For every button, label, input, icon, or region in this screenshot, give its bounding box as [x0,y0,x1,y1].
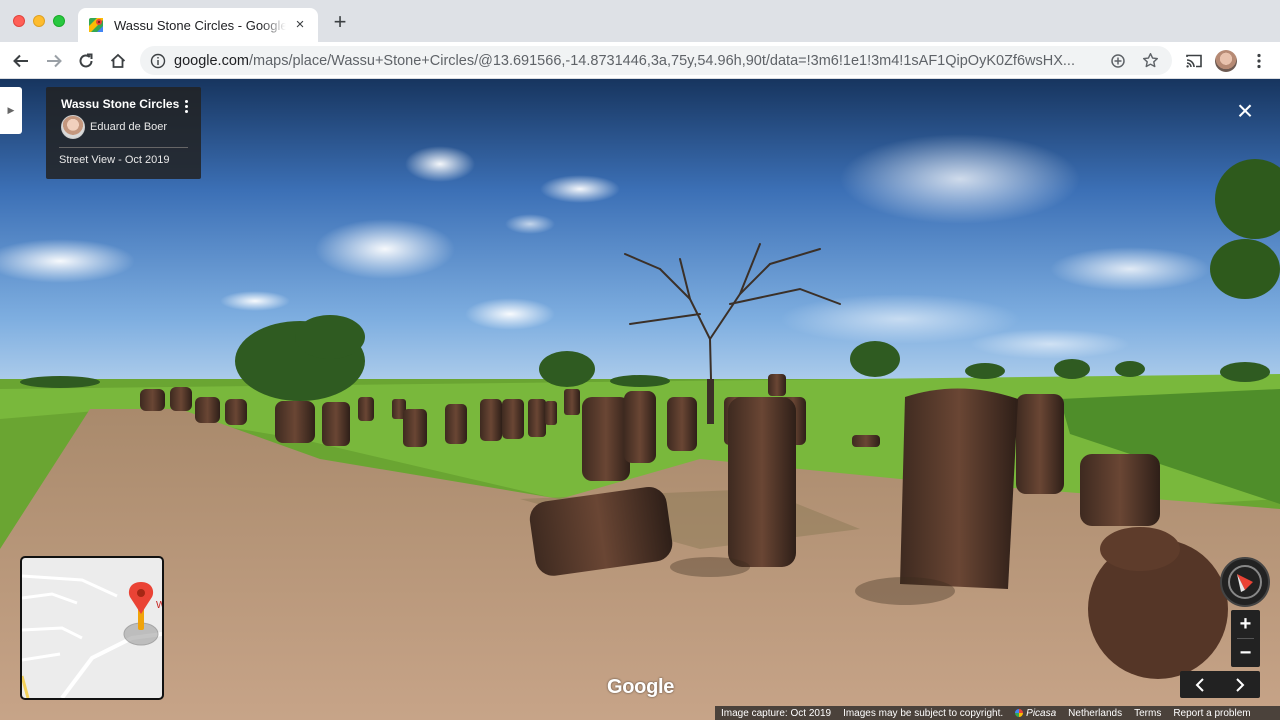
reload-button[interactable] [74,49,98,73]
home-icon [110,53,126,68]
reload-icon [79,53,93,68]
back-arrow-icon [13,54,28,68]
image-capture-text: Image capture: Oct 2019 [721,707,832,719]
info-icon[interactable] [150,53,166,69]
back-button[interactable] [9,49,33,73]
map-pin-icon [123,582,159,646]
zoom-controls: + − [1231,610,1260,667]
zoom-in-button[interactable]: + [1231,610,1260,638]
url-path: /maps/place/Wassu+Stone+Circles/@13.6915… [248,52,1075,69]
attribution-bar: Image capture: Oct 2019 Images may be su… [715,706,1280,720]
picasa-link[interactable]: Picasa [1015,708,1056,719]
place-title[interactable]: Wassu Stone Circles [61,97,179,111]
street-view-panorama[interactable]: ▶ Wassu Stone Circles Eduard de Boer Str… [0,79,1280,720]
compass-icon [1228,565,1262,599]
browser-menu-button[interactable] [1247,49,1271,73]
url-host: google.com [174,52,249,69]
close-tab-icon[interactable]: × [292,17,308,33]
profile-avatar[interactable] [1215,50,1237,72]
picasa-label: Picasa [1026,707,1057,719]
forward-arrow-icon [47,54,62,68]
report-problem-link[interactable]: Report a problem [1173,708,1250,719]
pan-controls [1180,671,1260,698]
copyright-text: Images may be subject to copyright. [843,707,1004,719]
location-info-card: Wassu Stone Circles Eduard de Boer Stree… [46,87,201,179]
pan-left-button[interactable] [1180,671,1220,698]
home-button[interactable] [106,49,130,73]
forward-button[interactable] [42,49,66,73]
minimap[interactable]: W [20,556,164,700]
zoom-out-button[interactable]: − [1231,639,1260,667]
maximize-window-button[interactable] [53,15,65,27]
bookmark-star-icon[interactable] [1140,51,1160,71]
pan-right-button[interactable] [1220,671,1260,698]
card-menu-icon[interactable] [185,100,189,116]
url-text: google.com/maps/place/Wassu+Stone+Circle… [174,53,1108,69]
minimize-window-button[interactable] [33,15,45,27]
close-street-view-button[interactable]: × [1233,97,1257,125]
google-logo: Google [607,676,675,698]
browser-tab[interactable]: Wassu Stone Circles - Google Maps × [78,8,318,42]
browser-toolbar: google.com/maps/place/Wassu+Stone+Circle… [0,42,1280,79]
tab-bar: Wassu Stone Circles - Google Maps × + [0,0,1280,42]
new-tab-button[interactable]: + [330,11,350,33]
kebab-menu-icon [1257,53,1261,69]
capture-date-label: Street View - Oct 2019 [59,154,170,166]
side-panel-toggle[interactable]: ▶ [0,87,22,134]
cast-icon [1186,54,1202,68]
address-bar[interactable]: google.com/maps/place/Wassu+Stone+Circle… [140,46,1172,75]
author-avatar[interactable] [61,115,85,139]
picasa-icon [1015,708,1024,717]
chevron-right-icon [1236,677,1245,692]
google-maps-icon [89,18,103,32]
author-name[interactable]: Eduard de Boer [90,121,167,133]
close-window-button[interactable] [13,15,25,27]
compass-button[interactable] [1220,557,1270,607]
region-link[interactable]: Netherlands [1068,708,1122,719]
install-app-icon[interactable] [1108,51,1128,71]
card-divider [59,147,188,148]
chevron-left-icon [1195,677,1204,692]
terms-link[interactable]: Terms [1134,708,1161,719]
cast-button[interactable] [1182,49,1206,73]
minimap-place-label: W [156,600,162,611]
tab-title: Wassu Stone Circles - Google Maps [114,17,286,33]
